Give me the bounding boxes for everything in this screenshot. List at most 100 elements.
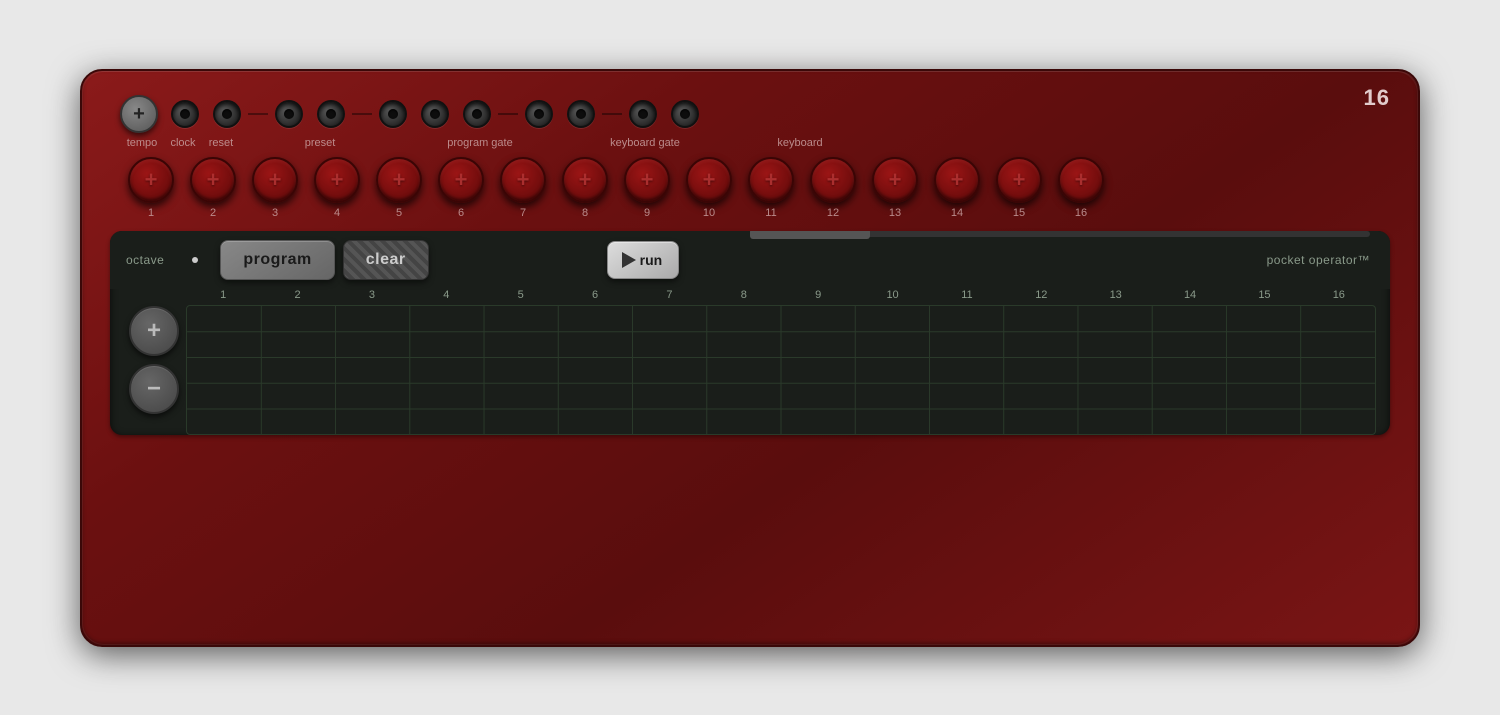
grid-num-16: 16 [1302, 289, 1376, 301]
progress-track[interactable] [750, 231, 1370, 237]
knob-15[interactable] [996, 157, 1042, 203]
connector-2 [352, 113, 372, 115]
keyboard-gate-jack-2[interactable] [564, 97, 598, 131]
octave-controls: + − [110, 289, 186, 436]
knob-10-container: 10 [678, 157, 740, 219]
knob-2[interactable] [190, 157, 236, 203]
knob-9[interactable] [624, 157, 670, 203]
knob-6[interactable] [438, 157, 484, 203]
brand-label: pocket operator™ [1267, 253, 1370, 267]
keyboard-jack-2[interactable] [668, 97, 702, 131]
keyboard-jack-1[interactable] [626, 97, 660, 131]
clock-jack-circle [171, 100, 199, 128]
grid-num-10: 10 [855, 289, 929, 301]
grid-num-1: 1 [186, 289, 260, 301]
clock-label: clock [164, 137, 202, 149]
grid-number-row: 1 2 3 4 5 6 7 8 9 10 11 12 13 14 [186, 289, 1376, 305]
grid-num-12: 12 [1004, 289, 1078, 301]
knob-4[interactable] [314, 157, 360, 203]
clock-jack[interactable] [168, 97, 202, 131]
clear-button[interactable]: clear [343, 240, 429, 280]
knob-5-container: 5 [368, 157, 430, 219]
program-button[interactable]: program [220, 240, 334, 280]
octave-label: octave [126, 253, 164, 267]
knob-12[interactable] [810, 157, 856, 203]
grid-num-11: 11 [930, 289, 1004, 301]
knob-3-label: 3 [272, 207, 278, 219]
grid-num-3: 3 [335, 289, 409, 301]
grid-num-4: 4 [409, 289, 483, 301]
preset-jack-2[interactable] [314, 97, 348, 131]
grid-num-2: 2 [260, 289, 334, 301]
octave-up-button[interactable]: + [129, 306, 179, 356]
knob-12-container: 12 [802, 157, 864, 219]
reset-label: reset [202, 137, 240, 149]
knob-13[interactable] [872, 157, 918, 203]
reset-jack[interactable] [210, 97, 244, 131]
knob-16-label: 16 [1075, 207, 1087, 219]
knob-11[interactable] [748, 157, 794, 203]
knob-2-container: 2 [182, 157, 244, 219]
grid-num-7: 7 [632, 289, 706, 301]
keyboard-jack-circle-1 [629, 100, 657, 128]
grid-num-9: 9 [781, 289, 855, 301]
program-gate-jack-circle-2 [421, 100, 449, 128]
program-gate-jack-circle-3 [463, 100, 491, 128]
knob-13-label: 13 [889, 207, 901, 219]
run-label: run [640, 252, 663, 268]
progress-thumb[interactable] [750, 231, 870, 239]
program-gate-jack-2[interactable] [418, 97, 452, 131]
knob-3-container: 3 [244, 157, 306, 219]
grid-num-13: 13 [1079, 289, 1153, 301]
program-gate-label: program gate [400, 137, 560, 149]
keyboard-jack-circle-2 [671, 100, 699, 128]
program-gate-jack-3[interactable] [460, 97, 494, 131]
grid-section: 1 2 3 4 5 6 7 8 9 10 11 12 13 14 [186, 289, 1390, 436]
control-bar: octave program clear run pocket operator… [110, 231, 1390, 289]
knob-11-label: 11 [765, 207, 776, 219]
octave-down-button[interactable]: − [129, 364, 179, 414]
grid-body: + − 1 2 3 4 5 6 7 8 9 [110, 289, 1390, 436]
knob-3[interactable] [252, 157, 298, 203]
knob-7-label: 7 [520, 207, 526, 219]
knob-1[interactable] [128, 157, 174, 203]
run-button[interactable]: run [607, 241, 680, 279]
program-gate-jack-1[interactable] [376, 97, 410, 131]
knob-12-label: 12 [827, 207, 839, 219]
knob-16[interactable] [1058, 157, 1104, 203]
connector-4 [602, 113, 622, 115]
grid-num-6: 6 [558, 289, 632, 301]
keyboard-gate-jack-circle-2 [567, 100, 595, 128]
knob-6-label: 6 [458, 207, 464, 219]
preset-jack-1[interactable] [272, 97, 306, 131]
knob-8[interactable] [562, 157, 608, 203]
tempo-jack[interactable] [120, 95, 158, 133]
play-icon [622, 252, 636, 268]
knob-14-container: 14 [926, 157, 988, 219]
knob-5[interactable] [376, 157, 422, 203]
sequencer-grid[interactable] [186, 305, 1376, 436]
knob-10[interactable] [686, 157, 732, 203]
knob-1-label: 1 [148, 207, 154, 219]
device-body: 16 [80, 69, 1420, 647]
device-wrapper: 16 [60, 48, 1440, 668]
keyboard-label: keyboard [750, 137, 850, 149]
knob-2-label: 2 [210, 207, 216, 219]
bottom-section: octave program clear run pocket operator… [110, 231, 1390, 436]
keyboard-gate-jack-1[interactable] [522, 97, 556, 131]
grid-num-5: 5 [484, 289, 558, 301]
knob-8-container: 8 [554, 157, 616, 219]
knob-7[interactable] [500, 157, 546, 203]
knob-11-container: 11 [740, 157, 802, 219]
knob-14[interactable] [934, 157, 980, 203]
jack-row [110, 89, 1390, 133]
grid-num-14: 14 [1153, 289, 1227, 301]
program-gate-jack-circle-1 [379, 100, 407, 128]
knob-15-container: 15 [988, 157, 1050, 219]
knob-10-label: 10 [703, 207, 715, 219]
knob-13-container: 13 [864, 157, 926, 219]
knob-16-container: 16 [1050, 157, 1112, 219]
dot-indicator [192, 257, 198, 263]
top-section: tempo clock reset preset program gate ke… [110, 89, 1390, 219]
knob-4-label: 4 [334, 207, 340, 219]
